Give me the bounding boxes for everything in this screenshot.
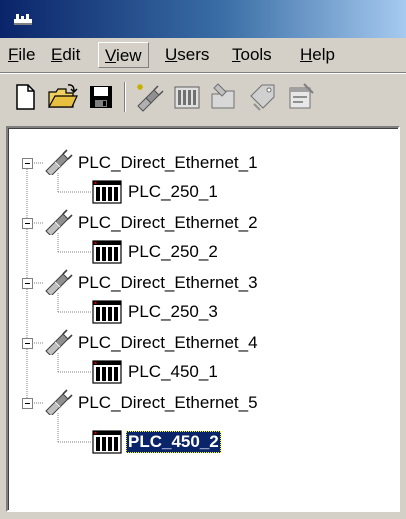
toolbar xyxy=(0,74,406,120)
menu-users[interactable]: Users xyxy=(159,42,215,68)
menu-view-mnemonic: V xyxy=(105,46,117,65)
tree-device-node[interactable]: PLC_450_2 xyxy=(8,428,388,456)
menu-tools[interactable]: Tools xyxy=(226,42,278,68)
device-icon-wrap xyxy=(92,429,122,460)
tree-channel-node[interactable]: PLC_Direct_Ethernet_5 xyxy=(8,389,388,417)
tree-channel-label: PLC_Direct_Ethernet_1 xyxy=(78,153,258,172)
new-device-button[interactable] xyxy=(170,80,204,114)
menu-edit-mnemonic: E xyxy=(51,45,63,64)
new-document-icon xyxy=(16,84,35,110)
channel-icon-wrap xyxy=(44,269,74,300)
app-plug-icon xyxy=(14,14,32,25)
device-icon-wrap xyxy=(92,299,122,330)
collapse-toggle-icon[interactable] xyxy=(22,278,33,289)
tree-device-node[interactable]: PLC_250_2 xyxy=(8,238,388,266)
menu-bar: File Edit View Users Tools Help xyxy=(0,38,406,72)
open-button[interactable] xyxy=(46,80,80,114)
new-channel-button[interactable] xyxy=(132,80,166,114)
tree-device-node[interactable]: PLC_250_1 xyxy=(8,178,388,206)
tree-channel-label: PLC_Direct_Ethernet_5 xyxy=(78,393,258,412)
properties-button[interactable] xyxy=(284,80,318,114)
plc-device-icon xyxy=(92,300,122,324)
new-channel-icon xyxy=(137,84,164,112)
tree-channel-node[interactable]: PLC_Direct_Ethernet_1 xyxy=(8,149,388,177)
channel-icon-wrap xyxy=(44,329,74,360)
tree-device-label: PLC_450_1 xyxy=(128,362,218,381)
tree-device-node[interactable]: PLC_250_3 xyxy=(8,298,388,326)
tree-device-label-selected: PLC_450_2 xyxy=(126,431,221,453)
device-icon-wrap xyxy=(92,359,122,390)
save-icon xyxy=(90,86,112,108)
tree-device-node[interactable]: PLC_450_1 xyxy=(8,358,388,386)
collapse-toggle-icon[interactable] xyxy=(22,338,33,349)
tree-channel-node[interactable]: PLC_Direct_Ethernet_2 xyxy=(8,209,388,237)
menu-view[interactable]: View xyxy=(98,42,149,68)
channel-connector-icon xyxy=(45,209,73,237)
device-icon-wrap xyxy=(92,239,122,270)
channel-icon-wrap xyxy=(44,149,74,180)
menu-file-mnemonic: F xyxy=(8,45,19,64)
menu-edit[interactable]: Edit xyxy=(45,42,86,68)
menu-help[interactable]: Help xyxy=(294,42,341,68)
tree-channel-label: PLC_Direct_Ethernet_3 xyxy=(78,273,258,292)
plc-device-icon xyxy=(92,240,122,264)
new-tag-button[interactable] xyxy=(246,80,280,114)
tree-device-label: PLC_250_2 xyxy=(128,242,218,261)
open-folder-icon xyxy=(47,84,78,108)
title-bar[interactable] xyxy=(0,0,406,38)
save-button[interactable] xyxy=(84,80,118,114)
menu-users-label: sers xyxy=(177,45,210,64)
new-tag-group-button[interactable] xyxy=(208,80,242,114)
menu-help-label: elp xyxy=(312,45,335,64)
tree-channel-node[interactable]: PLC_Direct_Ethernet_3 xyxy=(8,269,388,297)
menu-help-mnemonic: H xyxy=(300,45,313,64)
channel-icon-wrap xyxy=(44,209,74,240)
channel-connector-icon xyxy=(45,269,73,297)
menu-file-label: ile xyxy=(18,45,36,64)
menu-users-mnemonic: U xyxy=(165,45,178,64)
menu-edit-label: dit xyxy=(62,45,81,64)
new-device-icon xyxy=(174,86,200,109)
channel-icon-wrap xyxy=(44,389,74,420)
new-tag-group-icon xyxy=(211,83,235,109)
new-document-button[interactable] xyxy=(8,80,42,114)
menu-tools-mnemonic: T xyxy=(232,45,241,64)
collapse-toggle-icon[interactable] xyxy=(22,158,33,169)
menu-tools-label: ools xyxy=(240,45,272,64)
properties-icon xyxy=(289,83,314,109)
tree-channel-label: PLC_Direct_Ethernet_4 xyxy=(78,333,258,352)
plc-device-icon xyxy=(92,430,122,454)
tree-device-label: PLC_250_1 xyxy=(128,182,218,201)
menu-view-label: iew xyxy=(116,46,142,65)
channel-connector-icon xyxy=(45,389,73,417)
collapse-toggle-icon[interactable] xyxy=(22,218,33,229)
plc-device-icon xyxy=(92,180,122,204)
tree-device-label: PLC_250_3 xyxy=(128,302,218,321)
tree-channel-node[interactable]: PLC_Direct_Ethernet_4 xyxy=(8,329,388,357)
new-tag-icon xyxy=(250,84,275,111)
plc-device-icon xyxy=(92,360,122,384)
device-icon-wrap xyxy=(92,179,122,210)
collapse-toggle-icon[interactable] xyxy=(22,398,33,409)
tree-channel-label: PLC_Direct_Ethernet_2 xyxy=(78,213,258,232)
channel-connector-icon xyxy=(45,329,73,357)
toolbar-divider xyxy=(124,82,126,112)
project-tree[interactable]: PLC_Direct_Ethernet_1 PLC_250_1 PLC_Direct… xyxy=(6,126,400,512)
menu-file[interactable]: File xyxy=(2,42,41,68)
channel-connector-icon xyxy=(45,149,73,177)
